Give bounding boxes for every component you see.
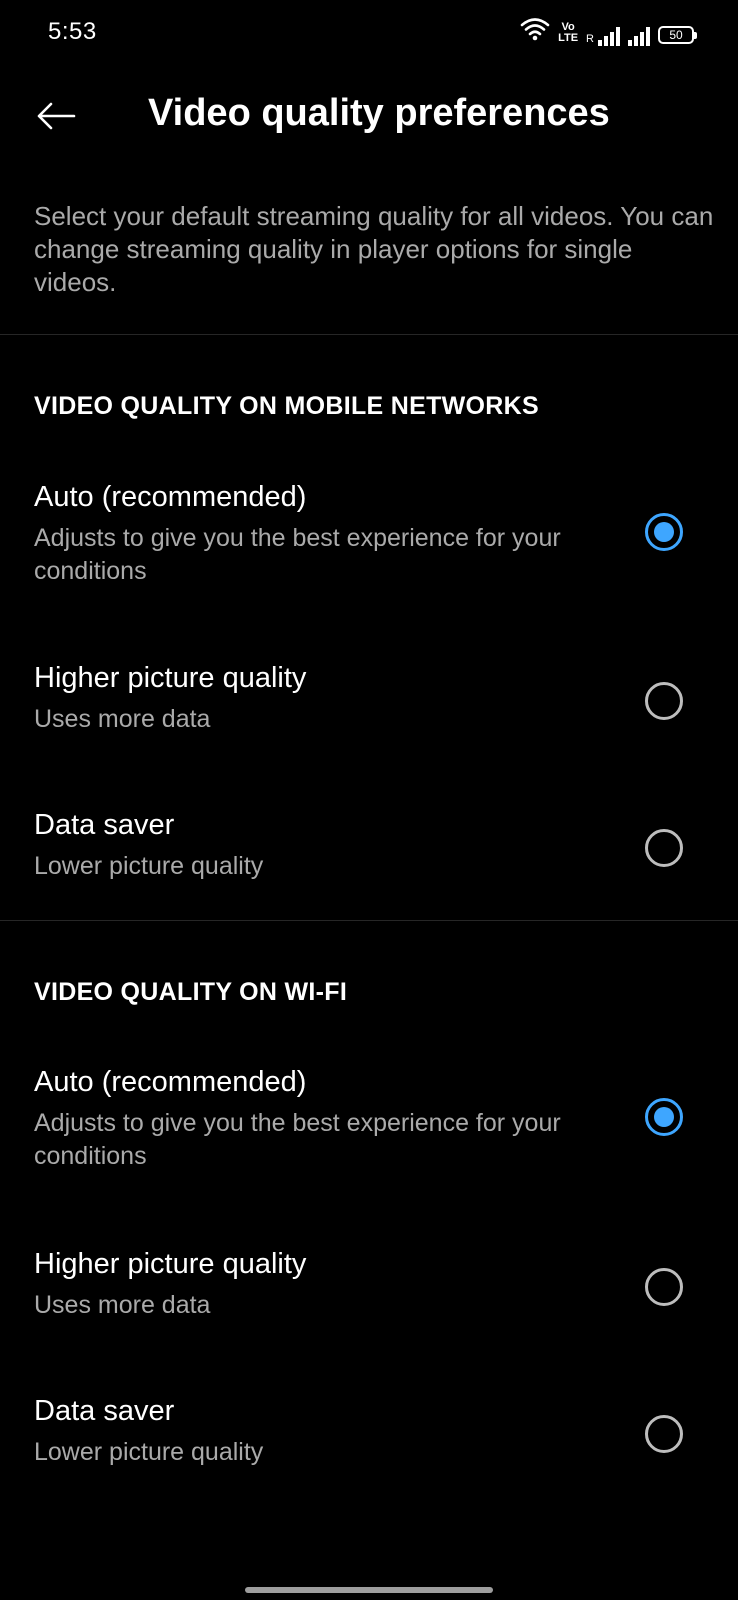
- option-title: Data saver: [34, 809, 175, 841]
- option-mobile-higher-quality[interactable]: Higher picture quality Uses more data: [0, 662, 738, 742]
- arrow-left-icon: [36, 102, 76, 135]
- option-wifi-higher-quality[interactable]: Higher picture quality Uses more data: [0, 1248, 738, 1328]
- option-subtitle: Adjusts to give you the best experience …: [34, 1109, 561, 1170]
- option-title: Data saver: [34, 1395, 175, 1427]
- option-subtitle: Lower picture quality: [34, 1438, 264, 1466]
- option-title: Higher picture quality: [34, 1248, 307, 1280]
- signal-strength-icon: [598, 26, 620, 46]
- option-subtitle: Uses more data: [34, 1291, 211, 1319]
- section-header-mobile: VIDEO QUALITY ON MOBILE NETWORKS: [34, 392, 539, 420]
- radio-button[interactable]: [645, 829, 683, 867]
- status-time: 5:53: [48, 18, 97, 45]
- radio-button[interactable]: [645, 1268, 683, 1306]
- divider: [0, 334, 738, 335]
- app-bar: Video quality preferences: [0, 78, 738, 158]
- volte-icon: Vo LTE: [558, 22, 578, 44]
- radio-button-selected[interactable]: [645, 1098, 683, 1136]
- radio-button-selected[interactable]: [645, 513, 683, 551]
- option-mobile-data-saver[interactable]: Data saver Lower picture quality: [0, 809, 738, 889]
- back-button[interactable]: [28, 90, 84, 146]
- battery-icon: 50: [658, 26, 697, 44]
- home-indicator[interactable]: [245, 1587, 493, 1593]
- volte-bottom-label: LTE: [558, 32, 579, 44]
- description-text: Select your default streaming quality fo…: [34, 201, 714, 297]
- option-mobile-auto[interactable]: Auto (recommended) Adjusts to give you t…: [0, 481, 738, 591]
- signal-strength-icon-2: [628, 26, 650, 46]
- option-subtitle: Uses more data: [34, 705, 211, 733]
- roaming-indicator: R: [586, 33, 594, 45]
- option-subtitle: Lower picture quality: [34, 852, 264, 880]
- option-wifi-data-saver[interactable]: Data saver Lower picture quality: [0, 1395, 738, 1475]
- radio-button[interactable]: [645, 1415, 683, 1453]
- option-title: Auto (recommended): [34, 481, 307, 513]
- radio-button[interactable]: [645, 682, 683, 720]
- status-bar: 5:53 Vo LTE R 50: [0, 0, 738, 66]
- divider: [0, 920, 738, 921]
- section-header-wifi: VIDEO QUALITY ON WI-FI: [34, 978, 348, 1006]
- option-title: Higher picture quality: [34, 662, 307, 694]
- status-icons: Vo LTE R 50: [520, 17, 697, 46]
- option-subtitle: Adjusts to give you the best experience …: [34, 524, 561, 585]
- wifi-icon: [520, 17, 550, 46]
- option-wifi-auto[interactable]: Auto (recommended) Adjusts to give you t…: [0, 1066, 738, 1176]
- option-title: Auto (recommended): [34, 1066, 307, 1098]
- page-title: Video quality preferences: [148, 92, 610, 134]
- battery-level: 50: [669, 28, 683, 42]
